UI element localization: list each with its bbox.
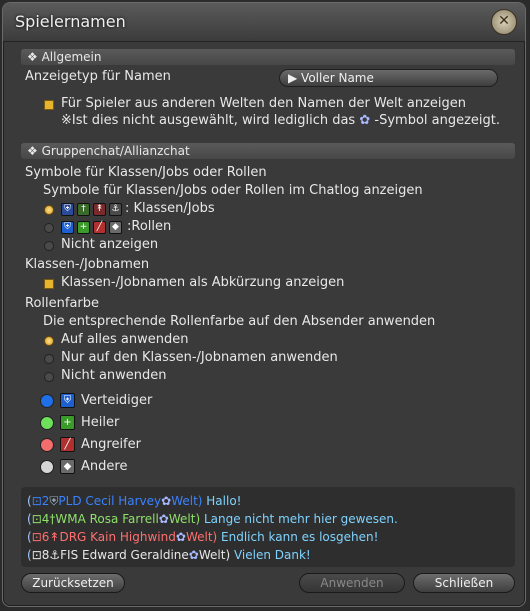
world-note: ※Ist dies nicht ausgewählt, wird ledigli… — [61, 113, 500, 128]
radio-apply-all-label: Auf alles anwenden — [61, 332, 189, 347]
triangle-right-icon: ▶ — [288, 71, 302, 85]
attacker-role-icon: ╱ — [93, 221, 106, 234]
fisher-icon: ⚓ — [109, 203, 122, 216]
sender-world: Welt) — [168, 512, 201, 526]
radio-apply-jobname[interactable] — [44, 354, 54, 364]
radio-apply-all[interactable] — [44, 336, 54, 346]
close-icon[interactable]: ✕ — [491, 9, 517, 35]
title-bar[interactable]: Spielernamen ✕ — [3, 3, 525, 42]
world-note-suffix: -Symbol angezeigt. — [374, 113, 501, 128]
sender-name: WMA Rosa Farrell — [55, 512, 159, 526]
chat-line: (⊡4†WMA Rosa Farrell✿Welt) Lange nicht m… — [27, 512, 398, 526]
flower-icon: ✿ — [161, 494, 172, 508]
chat-message: Lange nicht mehr hier gewesen. — [203, 512, 398, 526]
symbols-heading: Symbole für Klassen/Jobs oder Rollen — [25, 165, 267, 180]
display-type-label: Anzeigetyp für Namen — [25, 69, 171, 84]
healer-role-icon: + — [77, 221, 90, 234]
symbols-subheading: Symbole für Klassen/Jobs oder Rollen im … — [43, 183, 423, 198]
chat-message: Endlich kann es losgehen! — [221, 530, 379, 544]
defender-role-icon: ⛨ — [60, 393, 75, 408]
white-mage-icon: † — [77, 203, 90, 216]
attacker-color-swatch[interactable] — [40, 438, 54, 452]
flower-icon: ✿ — [175, 530, 186, 544]
abbreviation-checkbox-label: Klassen-/Jobnamen als Abkürzung anzeigen — [61, 275, 345, 290]
sender-world: Welt) — [198, 548, 231, 562]
world-name-checkbox[interactable] — [44, 100, 54, 110]
flower-icon: ✿ — [359, 113, 371, 128]
chat-message: Vielen Dank! — [233, 548, 311, 562]
rolecolor-subheading: Die entsprechende Rollenfarbe auf den Ab… — [43, 314, 436, 329]
radio-apply-none[interactable] — [44, 372, 54, 382]
world-name-checkbox-label: Für Spieler aus anderen Welten den Namen… — [61, 96, 466, 111]
display-type-dropdown[interactable]: ▶ Voller Name — [279, 69, 498, 87]
dragoon-icon: ↟ — [49, 530, 60, 544]
chat-line: (⊡2⛨PLD Cecil Harvey✿Welt) Hallo! — [27, 494, 242, 508]
sender-name: FIS Edward Geraldine — [60, 548, 189, 562]
attacker-label: Angreifer — [81, 437, 141, 452]
section-header-general: ❖ Allgemein — [21, 49, 515, 65]
chat-message: Hallo! — [206, 494, 242, 508]
chat-line: (⊡8⚓FIS Edward Geraldine✿Welt) Vielen Da… — [27, 548, 311, 562]
healer-role-icon: + — [60, 415, 75, 430]
defender-color-swatch[interactable] — [40, 394, 54, 408]
flower-icon: ✿ — [158, 512, 169, 526]
fisher-icon: ⚓ — [49, 548, 61, 562]
sender-name: PLD Cecil Harvey — [58, 494, 162, 508]
healer-label: Heiler — [81, 415, 120, 430]
other-role-icon: ◆ — [109, 221, 122, 234]
chat-line: (⊡6↟DRG Kain Highwind✿Welt) Endlich kann… — [27, 530, 379, 544]
close-button[interactable]: Schließen — [413, 573, 515, 593]
flower-icon: ✿ — [188, 548, 199, 562]
section-title: Allgemein — [41, 50, 102, 64]
defender-role-icon: ⛨ — [61, 221, 74, 234]
other-label: Andere — [81, 459, 128, 474]
sender-world: Welt) — [185, 530, 218, 544]
world-note-text: ※Ist dies nicht ausgewählt, wird ledigli… — [61, 113, 356, 128]
healer-color-swatch[interactable] — [40, 416, 54, 430]
section-header-party: ❖ Gruppenchat/Allianzchat — [21, 143, 515, 159]
player-names-window: Spielernamen ✕ ❖ Allgemein Anzeigetyp fü… — [2, 2, 526, 607]
sender-world: Welt) — [171, 494, 203, 508]
window-title: Spielernamen — [15, 12, 126, 31]
radio-apply-none-label: Nicht anwenden — [61, 368, 167, 383]
diamond-icon: ❖ — [27, 144, 42, 158]
radio-apply-jobname-label: Nur auf den Klassen-/Jobnamen anwenden — [61, 350, 338, 365]
radio-roles[interactable] — [44, 223, 54, 233]
other-role-icon: ◆ — [60, 459, 75, 474]
chat-preview: (⊡2⛨PLD Cecil Harvey✿Welt) Hallo! (⊡4†WM… — [21, 487, 515, 567]
defender-label: Verteidiger — [81, 393, 153, 408]
radio-roles-label: :Rollen — [127, 219, 172, 234]
abbreviation-checkbox[interactable] — [44, 279, 54, 289]
radio-class-jobs[interactable] — [44, 205, 54, 215]
attacker-role-icon: ╱ — [60, 437, 75, 452]
rolecolor-heading: Rollenfarbe — [25, 296, 100, 311]
apply-button[interactable]: Anwenden — [299, 573, 405, 593]
other-color-swatch[interactable] — [40, 460, 54, 474]
dropdown-value: Voller Name — [301, 71, 374, 85]
radio-class-jobs-label: : Klassen/Jobs — [125, 201, 215, 216]
section-title: Gruppenchat/Allianzchat — [41, 144, 190, 158]
paladin-icon: ⛨ — [61, 203, 74, 216]
jobnames-heading: Klassen-/Jobnamen — [25, 257, 150, 272]
reset-button[interactable]: Zurücksetzen — [21, 573, 125, 593]
radio-none[interactable] — [44, 241, 54, 251]
radio-none-label: Nicht anzeigen — [61, 237, 159, 252]
diamond-icon: ❖ — [27, 50, 42, 64]
dragoon-icon: ↟ — [93, 203, 106, 216]
sender-name: DRG Kain Highwind — [59, 530, 176, 544]
